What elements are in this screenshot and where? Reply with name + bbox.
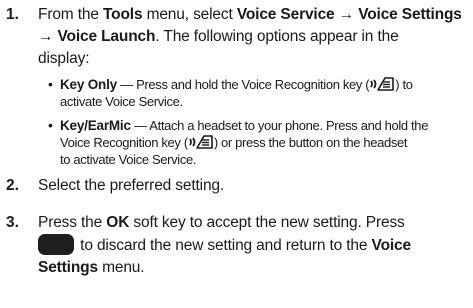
text-run: ) or press the button on the headset — [213, 135, 408, 150]
text-run: — Attach a headset to your phone. Press … — [130, 118, 429, 133]
bullet-line: Voice Recognition key ( ) or press the b… — [60, 134, 470, 151]
soft-key-name: OK — [106, 214, 130, 231]
menu-path: → Voice Launch — [38, 28, 156, 45]
bullet-line: Key/EarMic — Attach a headset to your ph… — [60, 117, 470, 134]
bullet-line: Key Only — Press and hold the Voice Reco… — [60, 76, 470, 93]
step-line: to discard the new setting and return to… — [38, 234, 470, 257]
text-run: Voice Recognition key ( — [60, 135, 188, 150]
text-run: ) to — [395, 77, 413, 92]
text-run: soft key to accept the new setting. Pres… — [129, 214, 405, 231]
step-text: Select the preferred setting. — [38, 175, 470, 197]
menu-name-tools: Tools — [102, 6, 143, 23]
step-line: Press the OK soft key to accept the new … — [38, 212, 470, 234]
step-text: Press the OK soft key to accept the new … — [38, 212, 470, 279]
bullet-text: Key Only — Press and hold the Voice Reco… — [60, 76, 470, 110]
end-key-icon — [38, 234, 74, 255]
menu-name-voice: Voice — [371, 237, 412, 254]
bullet-dot: • — [48, 117, 53, 133]
step-line: → Voice Launch. The following options ap… — [38, 26, 470, 48]
step-text: From the Tools menu, select Voice Servic… — [38, 4, 470, 70]
step-number: 1. — [6, 6, 19, 23]
step-line: From the Tools menu, select Voice Servic… — [38, 4, 470, 26]
voice-recognition-key-icon — [189, 135, 213, 149]
menu-path: Voice Service → Voice Settings — [236, 6, 462, 23]
option-title: Key Only — [60, 77, 117, 92]
step-line: display: — [38, 48, 470, 70]
text-run: — Press and hold the Voice Recognition k… — [116, 77, 370, 92]
bullet-line: activate Voice Service. — [60, 93, 470, 110]
text-run: From the — [38, 6, 103, 23]
voice-recognition-key-icon — [370, 77, 395, 91]
text-run: Press the — [38, 214, 107, 231]
step-line: Settings menu. — [38, 257, 470, 279]
instruction-document: 1. From the Tools menu, select Voice Ser… — [0, 0, 473, 308]
text-run: to activate Voice Service. — [60, 152, 197, 167]
bullet-text: Key/EarMic — Attach a headset to your ph… — [60, 117, 470, 168]
text-run: activate Voice Service. — [60, 94, 183, 109]
text-run: . The following options appear in the — [155, 28, 399, 45]
bullet-dot: • — [48, 76, 53, 92]
text-run: to discard the new setting and return to… — [76, 237, 372, 254]
menu-name-settings: Settings — [38, 259, 98, 276]
step-number: 2. — [6, 177, 19, 194]
step-number: 3. — [6, 214, 19, 231]
step-line: Select the preferred setting. — [38, 175, 470, 197]
option-title: Key/EarMic — [60, 118, 131, 133]
text-run: Select the preferred setting. — [38, 177, 225, 194]
text-run: menu. — [97, 259, 145, 276]
text-run: menu, select — [142, 6, 237, 23]
text-run: display: — [38, 50, 90, 67]
bullet-line: to activate Voice Service. — [60, 151, 470, 168]
